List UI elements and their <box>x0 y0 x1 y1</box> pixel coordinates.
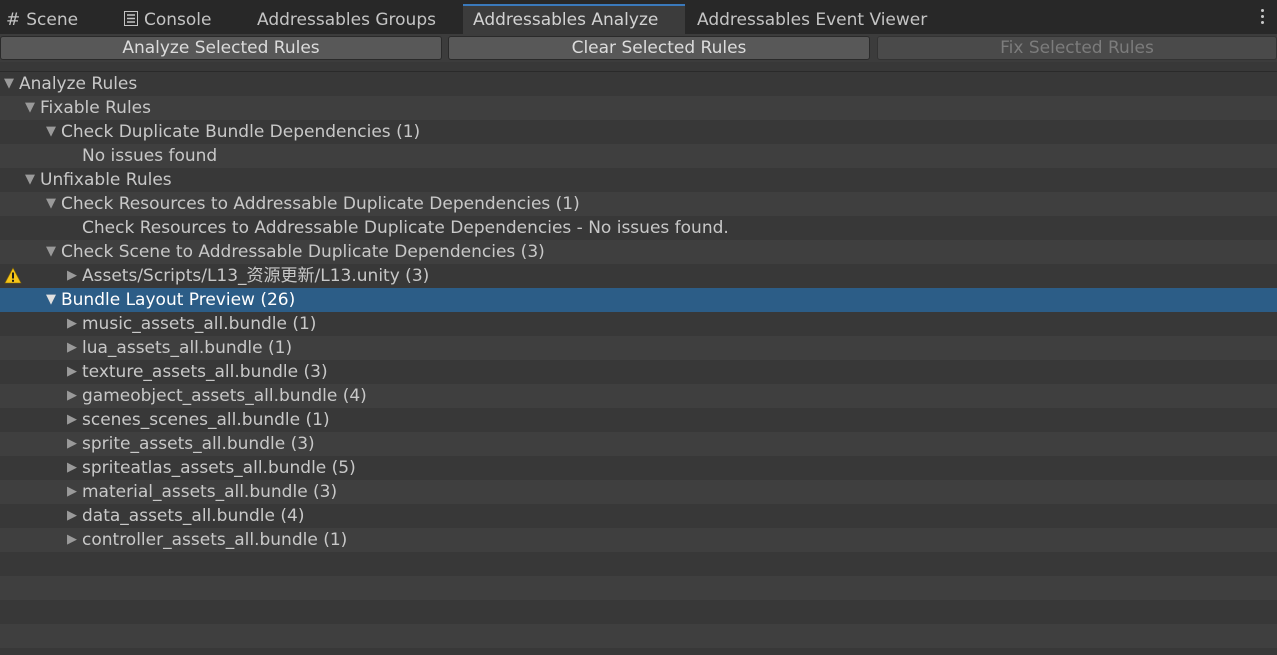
tree-row-label: Fixable Rules <box>40 98 151 118</box>
tree-row[interactable]: ▶ gameobject_assets_all.bundle (4) <box>0 384 1277 408</box>
analyze-selected-rules-button[interactable]: Analyze Selected Rules <box>0 36 442 60</box>
tab-addressables-groups[interactable]: Addressables Groups <box>257 6 436 34</box>
chevron-down-icon[interactable]: ▼ <box>23 168 37 192</box>
tree-row-label: No issues found <box>82 146 218 166</box>
tree-row[interactable]: ▶ lua_assets_all.bundle (1) <box>0 336 1277 360</box>
tab-scene[interactable]: # Scene <box>6 6 78 34</box>
tab-label: Addressables Groups <box>257 10 436 30</box>
tree-row-label: lua_assets_all.bundle (1) <box>82 338 293 358</box>
chevron-down-icon[interactable]: ▼ <box>44 192 58 216</box>
tree-row[interactable]: ▼ Unfixable Rules <box>0 168 1277 192</box>
tree-row-label: controller_assets_all.bundle (1) <box>82 530 348 550</box>
more-options-icon[interactable] <box>1261 9 1265 27</box>
tree-row-label: Assets/Scripts/L13_资源更新/L13.unity (3) <box>82 266 430 286</box>
tree-row-label: texture_assets_all.bundle (3) <box>82 362 328 382</box>
tree-row-label: spriteatlas_assets_all.bundle (5) <box>82 458 356 478</box>
tree-row-label: Check Scene to Addressable Duplicate Dep… <box>61 242 545 262</box>
tree-empty-row <box>0 624 1277 648</box>
console-icon <box>124 6 138 34</box>
tree-row[interactable]: ▼ Check Scene to Addressable Duplicate De… <box>0 240 1277 264</box>
chevron-down-icon[interactable]: ▼ <box>23 96 37 120</box>
chevron-down-icon[interactable]: ▼ <box>2 72 16 96</box>
chevron-down-icon[interactable]: ▼ <box>44 120 58 144</box>
tree-row[interactable]: ▶ spriteatlas_assets_all.bundle (5) <box>0 456 1277 480</box>
tree-row-label: material_assets_all.bundle (3) <box>82 482 338 502</box>
tree-row-label: Check Resources to Addressable Duplicate… <box>82 218 729 238</box>
tab-label: Scene <box>26 10 79 30</box>
tree-row[interactable]: ▶ texture_assets_all.bundle (3) <box>0 360 1277 384</box>
tree-empty-row <box>0 600 1277 624</box>
tree-row-label: Unfixable Rules <box>40 170 172 190</box>
chevron-right-icon[interactable]: ▶ <box>65 360 79 384</box>
tree-row[interactable]: ▶ data_assets_all.bundle (4) <box>0 504 1277 528</box>
analyze-rules-tree[interactable]: ▼ Analyze Rules ▼ Fixable Rules ▼ Check Dupli… <box>0 71 1277 655</box>
warning-icon <box>4 267 22 284</box>
tree-row[interactable]: ▶ material_assets_all.bundle (3) <box>0 480 1277 504</box>
tree-row-label: music_assets_all.bundle (1) <box>82 314 317 334</box>
chevron-right-icon[interactable]: ▶ <box>65 336 79 360</box>
tree-row-label: Analyze Rules <box>19 74 138 94</box>
tree-row[interactable]: ▼ Bundle Layout Preview (26) <box>0 288 1277 312</box>
chevron-down-icon[interactable]: ▼ <box>44 240 58 264</box>
tree-row[interactable]: ▶ music_assets_all.bundle (1) <box>0 312 1277 336</box>
tree-row[interactable]: ▶ scenes_scenes_all.bundle (1) <box>0 408 1277 432</box>
tree-empty-row <box>0 552 1277 576</box>
tab-addressables-analyze[interactable]: Addressables Analyze <box>463 4 685 34</box>
chevron-right-icon[interactable]: ▶ <box>65 480 79 504</box>
grid-icon: # <box>6 10 21 30</box>
tree-empty-row <box>0 576 1277 600</box>
chevron-down-icon[interactable]: ▼ <box>44 288 58 312</box>
chevron-right-icon[interactable]: ▶ <box>65 312 79 336</box>
tab-label: Addressables Analyze <box>473 10 659 30</box>
tree-row[interactable]: ▼ Check Duplicate Bundle Dependencies (1) <box>0 120 1277 144</box>
tree-row[interactable]: ▶ sprite_assets_all.bundle (3) <box>0 432 1277 456</box>
tree-row[interactable]: ▼ Analyze Rules <box>0 72 1277 96</box>
tree-row-label: sprite_assets_all.bundle (3) <box>82 434 315 454</box>
tab-console[interactable]: Console <box>124 6 212 34</box>
chevron-right-icon[interactable]: ▶ <box>65 384 79 408</box>
tree-row-label: scenes_scenes_all.bundle (1) <box>82 410 330 430</box>
chevron-right-icon[interactable]: ▶ <box>65 504 79 528</box>
tree-row-label: gameobject_assets_all.bundle (4) <box>82 386 367 406</box>
tree-row[interactable]: ▼ Check Resources to Addressable Duplicat… <box>0 192 1277 216</box>
chevron-right-icon[interactable]: ▶ <box>65 528 79 552</box>
tree-row-label: Check Duplicate Bundle Dependencies (1) <box>61 122 421 142</box>
tree-row[interactable]: ▶ Assets/Scripts/L13_资源更新/L13.unity (3) <box>0 264 1277 288</box>
tree-row[interactable]: ▶ controller_assets_all.bundle (1) <box>0 528 1277 552</box>
chevron-right-icon[interactable]: ▶ <box>65 432 79 456</box>
tree-row[interactable]: ▼ Fixable Rules <box>0 96 1277 120</box>
tab-label: Console <box>144 10 212 30</box>
chevron-right-icon[interactable]: ▶ <box>65 408 79 432</box>
tab-addressables-event-viewer[interactable]: Addressables Event Viewer <box>697 6 927 34</box>
toolbar: Analyze Selected Rules Clear Selected Ru… <box>0 34 1277 62</box>
tree-row-label: Check Resources to Addressable Duplicate… <box>61 194 580 214</box>
chevron-right-icon[interactable]: ▶ <box>65 264 79 288</box>
tree-row[interactable]: No issues found <box>0 144 1277 168</box>
tab-bar: # Scene Console Addressables Groups Addre… <box>0 0 1277 34</box>
clear-selected-rules-button[interactable]: Clear Selected Rules <box>448 36 870 60</box>
tab-label: Addressables Event Viewer <box>697 10 928 30</box>
fix-selected-rules-button: Fix Selected Rules <box>877 36 1277 60</box>
tree-row-label: data_assets_all.bundle (4) <box>82 506 305 526</box>
tree-row[interactable]: Check Resources to Addressable Duplicate… <box>0 216 1277 240</box>
chevron-right-icon[interactable]: ▶ <box>65 456 79 480</box>
tree-row-label: Bundle Layout Preview (26) <box>61 290 296 310</box>
